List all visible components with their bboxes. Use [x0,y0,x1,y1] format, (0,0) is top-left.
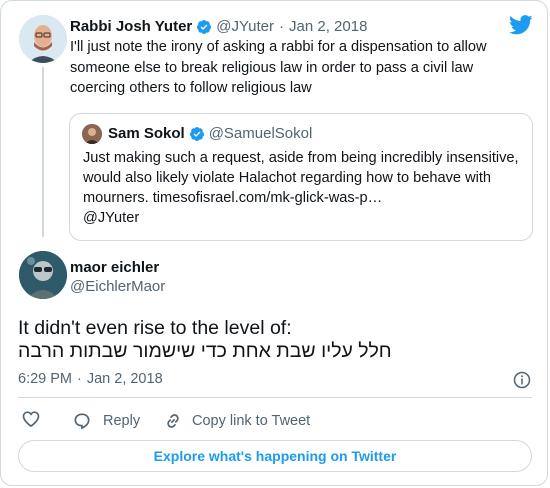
dot-separator: · [279,18,285,35]
original-tweet-text: I'll just note the irony of asking a rab… [70,39,487,96]
divider [18,397,532,398]
reply-author-handle[interactable]: @EichlerMaor [70,278,165,295]
quoted-tweet-mention[interactable]: @JYuter [83,208,139,229]
twitter-bird-icon[interactable] [509,15,533,35]
avatar-maor-eichler[interactable] [19,251,67,299]
explore-twitter-button[interactable]: Explore what's happening on Twitter [18,440,532,472]
reply-button[interactable]: Reply [72,411,140,431]
thread-connector-line [42,67,44,237]
original-tweet-header: Rabbi Josh Yuter @JYuter · Jan 2, 2018 [70,18,367,35]
quoted-tweet-text: Just making such a request, aside from b… [83,150,519,206]
quoted-author-name: Sam Sokol [108,125,185,142]
tweet-embed-card: Rabbi Josh Yuter @JYuter · Jan 2, 2018 I… [0,0,548,486]
verified-badge-icon [197,19,212,34]
person-avatar-icon [19,15,67,63]
quoted-tweet-header: Sam Sokol @SamuelSokol [108,125,312,142]
heart-icon[interactable] [21,409,41,429]
reply-label: Reply [103,413,141,429]
tweet-time: 6:29 PM [18,371,72,387]
reply-tweet-timestamp[interactable]: 6:29 PM · Jan 2, 2018 [18,371,163,387]
person-avatar-icon [19,251,67,299]
author-handle[interactable]: @JYuter [216,18,274,35]
copy-link-label: Copy link to Tweet [192,413,311,429]
tweet-date[interactable]: Jan 2, 2018 [289,18,367,35]
link-icon [167,414,179,428]
quoted-author-handle: @SamuelSokol [208,125,313,142]
author-name[interactable]: Rabbi Josh Yuter [70,18,192,35]
info-icon[interactable] [513,371,531,389]
reply-icon [74,413,90,430]
verified-badge-icon [189,126,204,141]
dot-separator: · [77,371,82,387]
reply-author-name[interactable]: maor eichler [70,259,159,276]
avatar-sam-sokol [82,124,102,144]
copy-link-button[interactable]: Copy link to Tweet [163,411,310,431]
explore-button-label: Explore what's happening on Twitter [153,448,397,464]
quoted-tweet[interactable]: Sam Sokol @SamuelSokol Just making such … [69,113,533,241]
avatar-rabbi-josh-yuter[interactable] [19,15,67,63]
tweet-date: Jan 2, 2018 [86,371,163,387]
reply-tweet-text-line2: חלל עליו שבת אחת כדי שישמור שבתות הרבה [18,340,392,362]
person-avatar-icon [82,124,102,144]
